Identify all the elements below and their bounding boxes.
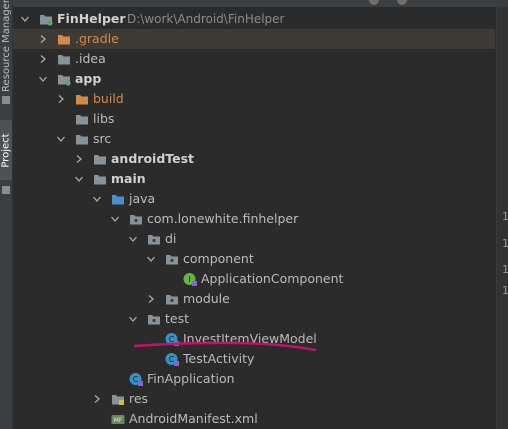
svg-text:C: C — [169, 355, 175, 364]
tree-item-label: libs — [93, 111, 115, 126]
editor-gutter: 1 1 1 1 — [496, 7, 508, 429]
tree-row[interactable]: java — [13, 189, 495, 209]
chevron-down-icon[interactable] — [127, 309, 139, 329]
resource-manager-tab[interactable]: Resource Manager — [0, 0, 12, 92]
folder-icon — [93, 152, 107, 166]
tree-row[interactable]: component — [13, 249, 495, 269]
resource-manager-label: Resource Manager — [0, 0, 12, 92]
tree-item-label: module — [183, 291, 230, 306]
project-path: D:\work\Android\FinHelper — [127, 12, 285, 26]
folder-icon — [75, 132, 89, 146]
tree-row[interactable]: androidTest — [13, 149, 495, 169]
package-icon — [165, 292, 179, 306]
chevron-right-icon[interactable] — [73, 149, 85, 169]
tool-window-strip: Resource Manager Project — [0, 0, 13, 429]
gutter-line-number: 1 — [502, 210, 508, 223]
module-folder-icon — [57, 72, 71, 86]
chevron-down-icon[interactable] — [127, 229, 139, 249]
folder-icon — [93, 172, 107, 186]
tree-row[interactable]: app — [13, 69, 495, 89]
chevron-down-icon[interactable] — [91, 189, 103, 209]
tree-row[interactable]: build — [13, 89, 495, 109]
chevron-right-icon[interactable] — [37, 29, 49, 49]
tree-item-label: main — [111, 171, 146, 186]
tree-row[interactable]: module — [13, 289, 495, 309]
svg-text:C: C — [133, 375, 139, 384]
tree-item-label: src — [93, 131, 112, 146]
folder-icon — [57, 52, 71, 66]
highlight-underline — [134, 341, 317, 352]
tree-row[interactable]: C FinApplication — [13, 369, 495, 389]
tree-item-label: .gradle — [75, 31, 119, 46]
tree-row[interactable]: I ApplicationComponent — [13, 269, 495, 289]
tree-item-label: FinApplication — [147, 371, 235, 386]
chevron-down-icon[interactable] — [19, 9, 31, 29]
kotlin-class-icon: C — [129, 372, 143, 386]
manifest-icon: MF — [111, 412, 125, 426]
chevron-right-icon[interactable] — [55, 89, 67, 109]
tree-item-label: java — [129, 191, 156, 206]
resource-folder-icon — [111, 392, 125, 406]
tree-row[interactable]: .idea — [13, 49, 495, 69]
project-tree: FinHelper D:\work\Android\FinHelper .gradl… — [13, 9, 495, 429]
tree-row[interactable]: main — [13, 169, 495, 189]
chevron-right-icon[interactable] — [37, 49, 49, 69]
gutter-line-number: 1 — [502, 284, 508, 297]
tree-row[interactable]: res — [13, 389, 495, 409]
project-icon — [2, 186, 10, 194]
tree-row[interactable]: libs — [13, 109, 495, 129]
tree-item-label: com.lonewhite.finhelper — [147, 211, 299, 226]
kotlin-interface-icon: I — [183, 272, 197, 286]
settings-icon[interactable] — [369, 0, 379, 5]
folder-icon — [75, 112, 89, 126]
package-icon — [147, 312, 161, 326]
resource-manager-icon — [2, 96, 10, 104]
tree-item-label: di — [165, 231, 177, 246]
tree-row[interactable]: .gradle — [13, 29, 495, 49]
tree-row[interactable]: FinHelper D:\work\Android\FinHelper — [13, 9, 495, 29]
excluded-folder-icon — [57, 32, 71, 46]
gutter-line-number: 1 — [502, 237, 508, 250]
chevron-down-icon[interactable] — [145, 249, 157, 269]
excluded-folder-icon — [75, 92, 89, 106]
chevron-down-icon[interactable] — [37, 69, 49, 89]
chevron-down-icon[interactable] — [73, 169, 85, 189]
tree-item-label: component — [183, 251, 254, 266]
tree-item-label: build — [93, 91, 124, 106]
project-tab[interactable]: Project — [0, 120, 12, 180]
chevron-down-icon[interactable] — [109, 209, 121, 229]
tree-item-label: FinHelper — [57, 11, 126, 26]
package-icon — [147, 232, 161, 246]
module-folder-icon — [39, 12, 53, 26]
chevron-right-icon[interactable] — [91, 389, 103, 409]
tree-row[interactable]: com.lonewhite.finhelper — [13, 209, 495, 229]
tree-item-label: .idea — [75, 51, 106, 66]
tree-row[interactable]: MF AndroidManifest.xml — [13, 409, 495, 429]
tree-row[interactable]: test — [13, 309, 495, 329]
tree-item-label: ApplicationComponent — [201, 271, 344, 286]
chevron-right-icon[interactable] — [145, 289, 157, 309]
svg-text:MF: MF — [114, 417, 123, 424]
tree-item-label: AndroidManifest.xml — [129, 411, 258, 426]
project-label: Project — [0, 132, 12, 168]
tree-item-label: app — [75, 71, 102, 86]
chevron-down-icon[interactable] — [55, 129, 67, 149]
tool-window-header — [13, 0, 508, 7]
package-icon — [129, 212, 143, 226]
svg-text:I: I — [188, 275, 190, 284]
tree-item-label: test — [165, 311, 190, 326]
tree-row[interactable]: di — [13, 229, 495, 249]
tree-row[interactable]: src — [13, 129, 495, 149]
source-folder-icon — [111, 192, 125, 206]
gutter-line-number: 1 — [502, 263, 508, 276]
tree-item-label: androidTest — [111, 151, 195, 166]
package-icon — [165, 252, 179, 266]
minimize-icon[interactable] — [397, 0, 407, 5]
tree-item-label: res — [129, 391, 149, 406]
